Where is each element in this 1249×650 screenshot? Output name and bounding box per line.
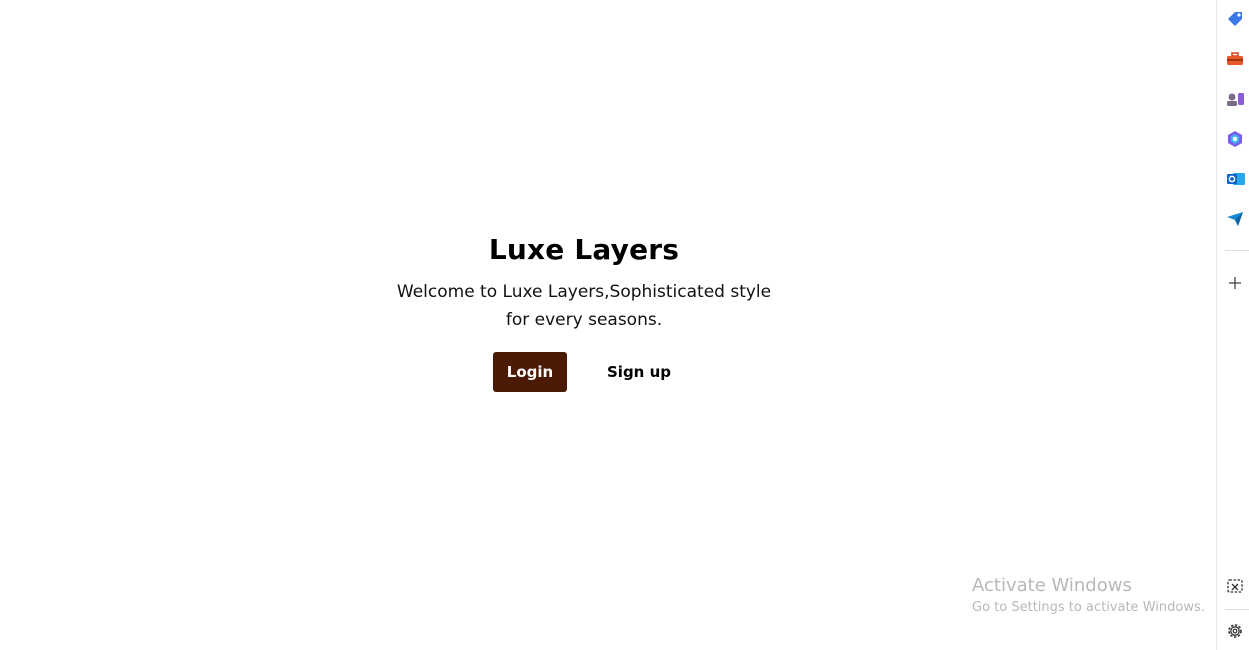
sidebar-divider bbox=[1225, 250, 1249, 251]
tag-icon[interactable] bbox=[1224, 8, 1246, 30]
browser-sidebar bbox=[1216, 0, 1249, 650]
hero-actions: Login Sign up bbox=[0, 352, 1168, 392]
hero-section: Luxe Layers Welcome to Luxe Layers,Sophi… bbox=[0, 228, 1168, 392]
settings-icon[interactable] bbox=[1224, 620, 1246, 642]
watermark-subtitle: Go to Settings to activate Windows. bbox=[972, 600, 1205, 615]
games-icon[interactable] bbox=[1224, 88, 1246, 110]
page-title: Luxe Layers bbox=[488, 233, 680, 266]
screenshot-icon[interactable] bbox=[1224, 576, 1246, 598]
add-icon[interactable] bbox=[1224, 272, 1246, 294]
send-icon[interactable] bbox=[1224, 208, 1246, 230]
login-button[interactable]: Login bbox=[493, 352, 567, 392]
copilot-icon[interactable] bbox=[1224, 128, 1246, 150]
signup-button[interactable]: Sign up bbox=[603, 352, 675, 392]
toolbox-icon[interactable] bbox=[1224, 48, 1246, 70]
watermark-title: Activate Windows bbox=[972, 575, 1132, 596]
activate-windows-watermark: Activate Windows Go to Settings to activ… bbox=[972, 574, 1205, 618]
sidebar-divider bbox=[1225, 609, 1249, 610]
page: Luxe Layers Welcome to Luxe Layers,Sophi… bbox=[0, 0, 1249, 650]
outlook-icon[interactable] bbox=[1224, 168, 1246, 190]
hero-tagline: Welcome to Luxe Layers,Sophisticated sty… bbox=[396, 282, 772, 330]
